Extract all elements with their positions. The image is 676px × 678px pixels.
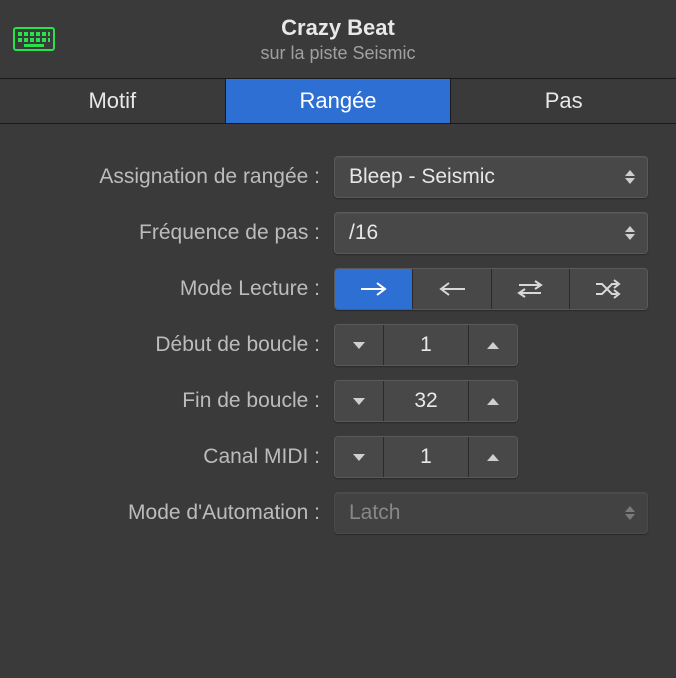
automation-mode-value: Latch — [349, 501, 625, 525]
playback-forward-button[interactable] — [335, 269, 413, 309]
chevron-up-icon — [487, 398, 499, 405]
chevron-up-icon — [487, 342, 499, 349]
midi-channel-increment[interactable] — [469, 437, 517, 477]
arrow-right-icon — [359, 281, 389, 297]
playback-backward-button[interactable] — [413, 269, 491, 309]
playback-mode-segment — [334, 268, 648, 310]
chevron-down-icon — [353, 454, 365, 461]
track-subtitle: sur la piste Seismic — [56, 43, 620, 64]
step-rate-label: Fréquence de pas : — [24, 221, 334, 245]
shuffle-icon — [593, 279, 623, 299]
step-rate-value: /16 — [349, 221, 625, 245]
chevron-up-icon — [487, 454, 499, 461]
tab-motif[interactable]: Motif — [0, 79, 226, 123]
tab-pas[interactable]: Pas — [451, 79, 676, 123]
loop-start-stepper: 1 — [334, 324, 518, 366]
chevron-down-icon — [353, 398, 365, 405]
arrow-left-icon — [437, 281, 467, 297]
playback-random-button[interactable] — [570, 269, 647, 309]
playback-mode-label: Mode Lecture : — [24, 277, 334, 301]
row-assignment-value: Bleep - Seismic — [349, 165, 625, 189]
tabs: Motif Rangée Pas — [0, 78, 676, 124]
loop-start-decrement[interactable] — [335, 325, 383, 365]
playback-pingpong-button[interactable] — [492, 269, 570, 309]
title-block: Crazy Beat sur la piste Seismic — [56, 15, 620, 64]
midi-channel-stepper: 1 — [334, 436, 518, 478]
chevron-down-icon — [353, 342, 365, 349]
loop-end-increment[interactable] — [469, 381, 517, 421]
updown-icon — [625, 503, 637, 523]
row-assignment-label: Assignation de rangée : — [24, 165, 334, 189]
row-assignment-select[interactable]: Bleep - Seismic — [334, 156, 648, 198]
header: Crazy Beat sur la piste Seismic — [0, 0, 676, 78]
updown-icon — [625, 223, 637, 243]
midi-channel-label: Canal MIDI : — [24, 445, 334, 469]
loop-end-decrement[interactable] — [335, 381, 383, 421]
midi-channel-value[interactable]: 1 — [383, 437, 469, 477]
loop-start-increment[interactable] — [469, 325, 517, 365]
updown-icon — [625, 167, 637, 187]
panel-body: Assignation de rangée : Bleep - Seismic … — [0, 124, 676, 534]
keyboard-icon — [12, 25, 56, 53]
tab-rangee[interactable]: Rangée — [226, 79, 452, 123]
loop-end-stepper: 32 — [334, 380, 518, 422]
arrows-bidir-icon — [515, 280, 545, 298]
loop-end-label: Fin de boucle : — [24, 389, 334, 413]
loop-end-value[interactable]: 32 — [383, 381, 469, 421]
step-rate-select[interactable]: /16 — [334, 212, 648, 254]
automation-mode-label: Mode d'Automation : — [24, 501, 334, 525]
midi-channel-decrement[interactable] — [335, 437, 383, 477]
loop-start-label: Début de boucle : — [24, 333, 334, 357]
automation-mode-select[interactable]: Latch — [334, 492, 648, 534]
pattern-title: Crazy Beat — [56, 15, 620, 41]
loop-start-value[interactable]: 1 — [383, 325, 469, 365]
